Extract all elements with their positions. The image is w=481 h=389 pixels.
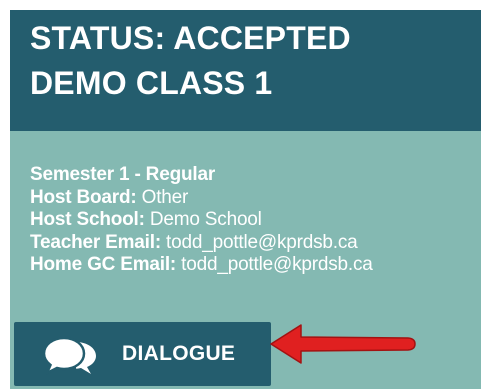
- home-gc-email-label: Home GC Email:: [30, 254, 177, 275]
- semester-row: Semester 1 - Regular: [30, 164, 481, 187]
- host-board-label: Host Board:: [30, 186, 137, 208]
- teacher-email-label: Teacher Email:: [30, 231, 161, 253]
- host-school-row: Host School: Demo School: [30, 209, 481, 232]
- host-board-row: Host Board: Other: [30, 187, 481, 210]
- home-gc-email-row: Home GC Email: todd_pottle@kprdsb.ca: [30, 254, 481, 277]
- host-school-value: Demo School: [144, 209, 262, 230]
- host-school-label: Host School:: [30, 209, 145, 230]
- card-header: STATUS: ACCEPTED DEMO CLASS 1: [10, 10, 481, 131]
- dialogue-button[interactable]: DIALOGUE: [14, 322, 271, 386]
- dialogue-button-label: DIALOGUE: [122, 342, 236, 365]
- host-board-value: Other: [136, 186, 189, 208]
- red-arrow-icon: [270, 324, 416, 364]
- chat-bubbles-icon: [42, 336, 96, 375]
- home-gc-email-value: todd_pottle@kprdsb.ca: [176, 254, 373, 275]
- teacher-email-row: Teacher Email: todd_pottle@kprdsb.ca: [30, 232, 481, 255]
- semester-label: Semester 1 - Regular: [30, 164, 216, 185]
- teacher-email-value: todd_pottle@kprdsb.ca: [160, 231, 358, 253]
- class-title: DEMO CLASS 1: [30, 65, 273, 101]
- status-title: STATUS: ACCEPTED: [30, 20, 351, 56]
- class-details: Semester 1 - Regular Host Board: Other H…: [30, 164, 481, 277]
- page-frame: STATUS: ACCEPTED DEMO CLASS 1 Semester 1…: [0, 0, 481, 389]
